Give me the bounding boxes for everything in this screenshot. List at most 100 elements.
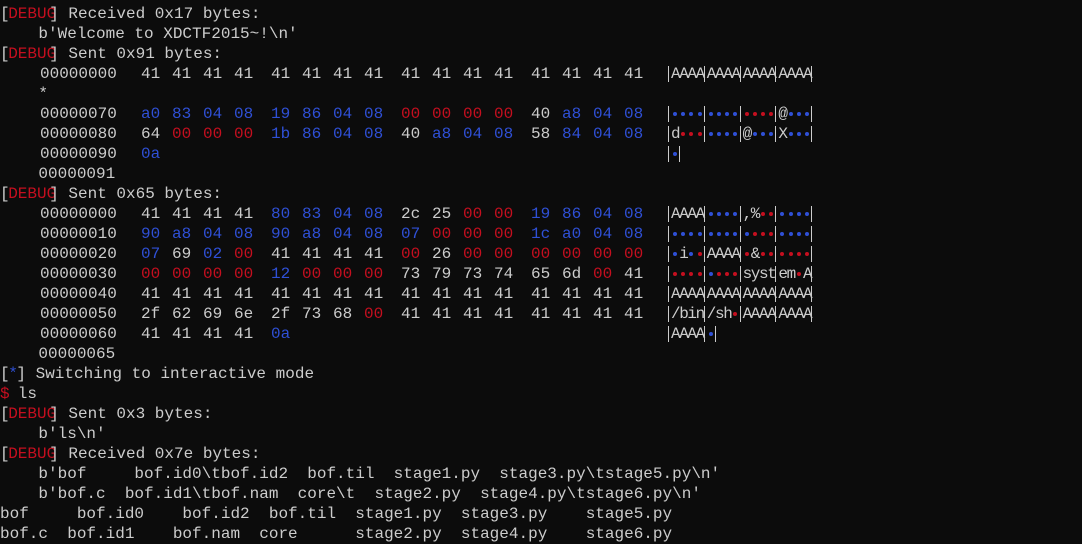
ascii-separator	[703, 326, 705, 342]
hex-byte: 41	[333, 285, 353, 303]
ascii-separator	[703, 226, 705, 242]
hex-byte: 2f	[141, 305, 161, 323]
nonprintable-byte-dot	[733, 132, 738, 136]
nonprintable-byte-dot	[805, 232, 809, 236]
hex-byte: 41	[624, 305, 644, 323]
hex-byte: 19	[531, 205, 551, 223]
ascii-separator	[811, 246, 813, 262]
hex-byte: 65	[531, 265, 551, 283]
nonprintable-byte-dot	[673, 252, 677, 256]
null-byte-dot	[744, 112, 749, 116]
hex-byte: 86	[302, 125, 322, 143]
hex-byte: 41	[432, 305, 452, 323]
hex-byte: 00	[401, 105, 421, 123]
hex-byte: 04	[333, 205, 353, 223]
hex-byte: 00	[624, 245, 644, 263]
ascii-separator	[775, 206, 777, 222]
hexdump-offset: 00000030	[40, 265, 117, 283]
hex-byte: 73	[401, 265, 421, 283]
hex-byte: 04	[593, 225, 613, 243]
ascii-separator	[668, 106, 669, 122]
nonprintable-byte-dot	[717, 132, 721, 136]
terminal-line: b'bof.c bof.id1\tbof.nam core\t stage2.p…	[0, 484, 1082, 504]
nonprintable-byte-dot	[708, 332, 713, 336]
nonprintable-byte-dot	[717, 232, 721, 236]
nonprintable-byte-dot	[788, 232, 793, 236]
hex-byte: 08	[234, 225, 254, 243]
ascii-separator	[775, 306, 777, 322]
ascii-separator	[739, 66, 741, 82]
hex-byte: 41	[203, 325, 223, 343]
hex-byte: 00	[364, 305, 384, 323]
terminal-line: 00000091	[0, 164, 1082, 184]
hex-byte: 00	[593, 265, 613, 283]
nonprintable-byte-dot	[796, 232, 801, 236]
hex-byte: 58	[531, 125, 551, 143]
ascii-separator	[668, 246, 669, 262]
hex-byte: 41	[401, 285, 421, 303]
hex-byte: 41	[463, 65, 483, 83]
hex-byte: 84	[562, 125, 582, 143]
hex-byte: 08	[624, 125, 644, 143]
hexdump-row: 00000030 00 00 00 00 12 00 00 00 73 79 73 74 65 6d 00 41…	[0, 264, 1082, 284]
hex-byte: 04	[333, 125, 353, 143]
ascii-separator	[811, 266, 813, 282]
hex-byte: 41	[364, 285, 384, 303]
nonprintable-byte-dot	[805, 112, 809, 116]
nonprintable-byte-dot	[681, 112, 686, 116]
nonprintable-byte-dot	[681, 232, 686, 236]
nonprintable-byte-dot	[769, 132, 774, 136]
hex-byte: 41	[333, 65, 353, 83]
nonprintable-byte-dot	[788, 212, 793, 216]
terminal-line: [DEBUG] Received 0x7e bytes:	[0, 444, 1082, 464]
nonprintable-byte-dot	[689, 232, 694, 236]
nonprintable-byte-dot	[725, 212, 730, 216]
terminal-window[interactable]: [DEBUG] Received 0x17 bytes: b'Welcome t…	[0, 0, 1082, 544]
null-byte-dot	[769, 232, 774, 236]
line-text: ] Sent 0x65 bytes:	[49, 185, 223, 203]
terminal-line: 00000065	[0, 344, 1082, 364]
terminal-line: [DEBUG] Sent 0x91 bytes:	[0, 44, 1082, 64]
hex-byte: 1b	[271, 125, 291, 143]
null-byte-dot	[681, 272, 686, 276]
hex-byte: 00	[463, 105, 483, 123]
null-byte-dot	[697, 132, 702, 136]
hex-byte: 69	[203, 305, 223, 323]
null-byte-dot	[752, 232, 757, 236]
hex-byte: 00	[234, 125, 254, 143]
null-byte-dot	[761, 112, 765, 116]
terminal-line: [*] Switching to interactive mode	[0, 364, 1082, 384]
ascii-separator	[775, 66, 777, 82]
ascii-char: @	[778, 105, 788, 123]
null-byte-dot	[733, 312, 738, 316]
ascii-separator	[668, 306, 669, 322]
hex-byte: 41	[494, 305, 514, 323]
hexdump-row: 00000000 41 41 41 41 80 83 04 08 2c 25 00 00 19 86 04 08…	[0, 204, 1082, 224]
hex-byte: a8	[562, 105, 582, 123]
hex-byte: 41	[624, 65, 644, 83]
null-byte-dot	[796, 272, 801, 276]
ascii-separator	[811, 306, 813, 322]
hex-byte: 62	[172, 305, 192, 323]
nonprintable-byte-dot	[697, 112, 702, 116]
hex-byte: 41	[172, 65, 192, 83]
null-byte-dot	[697, 272, 702, 276]
hex-byte: 00	[494, 245, 514, 263]
ascii-separator	[668, 326, 669, 342]
ascii-separator	[739, 106, 741, 122]
hex-byte: 00	[401, 245, 421, 263]
hex-byte: 00	[234, 245, 254, 263]
line-text: 00000091	[0, 165, 116, 183]
hex-byte: 73	[302, 305, 322, 323]
hex-byte: 79	[432, 265, 452, 283]
hex-byte: 04	[333, 225, 353, 243]
hex-byte: 04	[593, 125, 613, 143]
nonprintable-byte-dot	[796, 112, 801, 116]
hex-byte: 04	[333, 105, 353, 123]
hex-byte: 00	[172, 125, 192, 143]
null-byte-dot	[761, 232, 765, 236]
hex-byte: 41	[432, 65, 452, 83]
line-text: b'bof.c bof.id1\tbof.nam core\t stage2.p…	[0, 485, 701, 503]
null-byte-dot	[769, 112, 774, 116]
ascii-separator	[703, 266, 705, 282]
